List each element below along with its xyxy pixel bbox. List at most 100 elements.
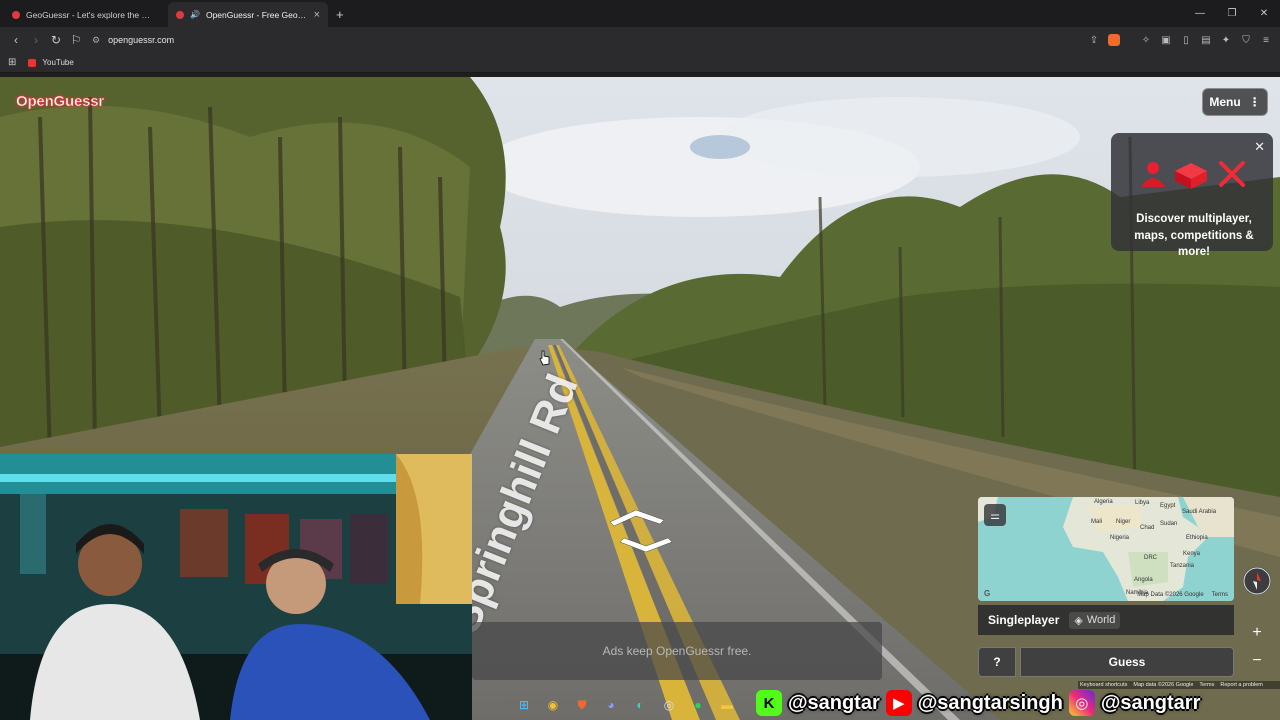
site-info-icon[interactable]: ⚙ [92, 35, 100, 46]
sidebar-icon[interactable]: ▯ [1178, 30, 1194, 50]
tab-openguessr[interactable]: 🔊 OpenGuessr - Free GeoGuessr × [168, 2, 328, 27]
map-chip[interactable]: ◈ World [1069, 611, 1121, 629]
mode-label: Singleplayer [988, 613, 1060, 627]
move-arrows[interactable] [606, 506, 676, 558]
url-text: openguessr.com [108, 35, 175, 45]
forward-button[interactable]: › [26, 30, 46, 50]
apps-grid-icon[interactable]: ⊞ [8, 57, 16, 68]
leo-ai-icon[interactable]: ✦ [1218, 30, 1234, 50]
help-button[interactable]: ? [978, 647, 1016, 677]
youtube-icon: ▶ [885, 690, 912, 716]
reading-list-icon[interactable]: ▣ [1158, 30, 1174, 50]
zoom-out-button[interactable]: − [1245, 648, 1269, 676]
map-label: Niger [1116, 519, 1131, 525]
browser-toolbar: ‹ › ↻ ⚐ ⚙ openguessr.com ⇪ ✧ ▣ ▯ ▤ ✦ ⛉ ≡ [0, 27, 1280, 53]
google-logo: G [984, 589, 991, 598]
kick-handle: @sangtar [788, 691, 880, 714]
menu-button[interactable]: Menu ⋮ [1202, 88, 1268, 116]
map-label: Algeria [1094, 499, 1113, 505]
map-data-text: Map Data ©2026 Google [1137, 592, 1204, 598]
window-controls: — ❐ ✕ [1184, 0, 1280, 27]
close-icon[interactable]: ✕ [1254, 139, 1265, 155]
os-taskbar: ⊞ ◉ ⛊ ◕ ◐ ◎ ● ▬ [506, 690, 756, 720]
vpn-icon[interactable]: ⛉ [1238, 30, 1254, 50]
game-mode-bar: Singleplayer ◈ World [978, 605, 1234, 635]
discord-icon[interactable]: ◕ [599, 694, 623, 716]
spotify-icon[interactable]: ● [686, 694, 710, 716]
edge-icon[interactable]: ◐ [628, 694, 652, 716]
map-label: Nigeria [1110, 535, 1130, 541]
instagram-handle: @sangtarr [1100, 691, 1201, 714]
guess-button[interactable]: Guess [1020, 647, 1234, 677]
bookmarks-bar: ⊞ YouTube [0, 53, 1280, 73]
swords-icon [1219, 161, 1245, 187]
tab-bar: GeoGuessr - Let's explore the world! 🔊 O… [0, 0, 1280, 27]
instagram-icon: ◎ [1068, 690, 1095, 716]
map-settings-button[interactable]: ⚌ [984, 504, 1006, 526]
screen: GeoGuessr - Let's explore the world! 🔊 O… [0, 0, 1280, 720]
bookmark-icon[interactable]: ⚐ [66, 30, 86, 50]
windows-start-icon[interactable]: ⊞ [512, 694, 536, 716]
zoom-in-button[interactable]: + [1245, 620, 1269, 648]
tab-geoguessr[interactable]: GeoGuessr - Let's explore the world! [4, 2, 164, 27]
geoguessr-pin-icon [12, 10, 20, 19]
brave-icon[interactable]: ⛊ [570, 694, 594, 716]
close-tab-icon[interactable]: × [314, 9, 320, 21]
menu-icon[interactable]: ≡ [1258, 30, 1274, 50]
map-label: Tanzania [1170, 563, 1195, 569]
share-icon[interactable]: ⇪ [1086, 30, 1102, 50]
bookmark-youtube[interactable]: YouTube [28, 58, 74, 67]
map-label: DRC [1144, 555, 1157, 561]
mouse-pointer-icon [539, 350, 550, 366]
map-label: Libya [1135, 500, 1150, 506]
sliders-icon: ⚌ [990, 509, 1000, 522]
ad-placeholder: Ads keep OpenGuessr free. [472, 622, 882, 680]
guess-minimap[interactable]: Algeria Libya Egypt Saudi Arabia Mali Ni… [978, 497, 1234, 601]
zoom-controls: + − [1245, 620, 1269, 676]
youtube-icon [28, 58, 37, 67]
extensions-icon[interactable]: ✧ [1138, 30, 1154, 50]
promo-popup[interactable]: ✕ Discover multiplayer, maps, competitio… [1111, 133, 1273, 258]
restore-icon[interactable]: ❐ [1216, 0, 1248, 27]
map-label: Angola [1134, 577, 1153, 583]
terms-link[interactable]: Terms [1212, 592, 1228, 598]
webcam-feed [0, 454, 472, 720]
openguessr-logo[interactable]: OpenGuessr [16, 93, 105, 111]
tab-title: OpenGuessr - Free GeoGuessr [205, 9, 308, 20]
toolbar-actions: ⇪ ✧ ▣ ▯ ▤ ✦ ⛉ ≡ [1086, 30, 1274, 50]
wallet-icon[interactable]: ▤ [1198, 30, 1214, 50]
backward-arrow-icon [619, 537, 673, 553]
chrome-icon[interactable]: ◉ [541, 694, 565, 716]
tab-title: GeoGuessr - Let's explore the world! [26, 9, 156, 20]
map-cube-icon [1175, 163, 1207, 189]
kebab-icon: ⋮ [1248, 95, 1261, 109]
reload-button[interactable]: ↻ [46, 30, 66, 50]
webcam-overlay [0, 454, 472, 720]
speaker-icon[interactable]: 🔊 [190, 10, 200, 19]
minimize-icon[interactable]: — [1184, 0, 1216, 27]
openguessr-icon [176, 10, 184, 19]
map-label: Mali [1091, 519, 1103, 525]
youtube-handle: @sangtarsingh [917, 691, 1063, 714]
person-icon [1141, 162, 1165, 187]
brave-shields-icon[interactable] [1106, 30, 1122, 50]
back-button[interactable]: ‹ [6, 30, 26, 50]
new-tab-button[interactable]: + [336, 2, 344, 27]
layers-icon: ◈ [1074, 614, 1083, 627]
map-label: Ethiopia [1186, 535, 1208, 541]
folder-icon[interactable]: ▬ [715, 694, 739, 716]
kick-icon: K [756, 690, 782, 716]
promo-text: Discover multiplayer, maps, competitions… [1134, 213, 1254, 259]
stream-socials: K @sangtar ▶ @sangtarsingh ◎ @sangtarr [756, 686, 1280, 720]
close-window-icon[interactable]: ✕ [1248, 0, 1280, 27]
guess-controls: ? Guess [978, 647, 1234, 679]
map-attribution: Map Data ©2026 Google Terms [1137, 592, 1228, 598]
obs-icon[interactable]: ◎ [657, 694, 681, 716]
address-bar[interactable]: ⚙ openguessr.com [92, 30, 174, 50]
map-label: Egypt [1160, 503, 1176, 509]
map-label: Sudan [1160, 521, 1178, 527]
map-label: Kenya [1183, 551, 1201, 557]
map-name: World [1086, 614, 1116, 626]
compass-button[interactable] [1243, 567, 1271, 595]
menu-label: Menu [1209, 95, 1241, 109]
